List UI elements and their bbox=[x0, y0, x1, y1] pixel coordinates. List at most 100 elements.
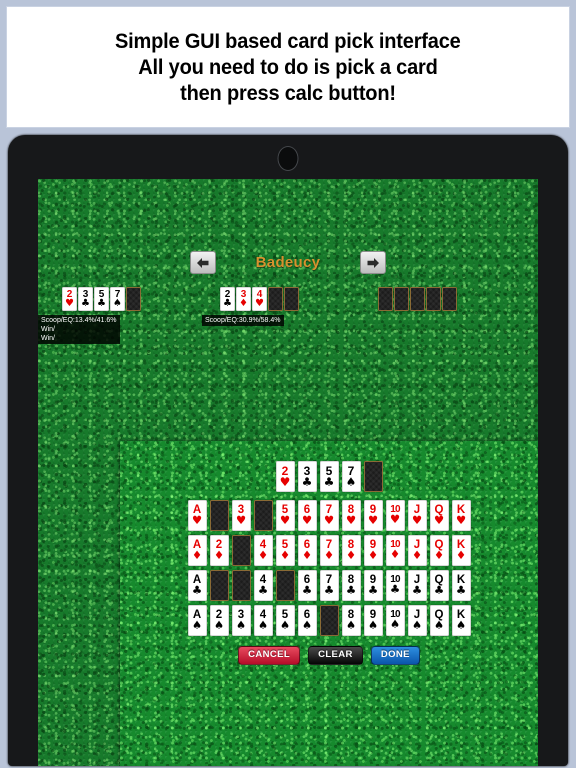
card-suit-icon: ♠ bbox=[411, 618, 423, 632]
card-3-of-diamonds[interactable] bbox=[231, 535, 251, 566]
card-2-of-spades[interactable]: 2 ♠ bbox=[209, 605, 229, 636]
card-suit-icon: ♥ bbox=[255, 297, 264, 309]
card-j-of-spades[interactable]: J ♠ bbox=[407, 605, 427, 636]
player-hand-1[interactable]: 2 ♥ 3 ♣ 5 ♣ 7 ♠ bbox=[62, 287, 141, 311]
card-2-of-diamonds[interactable]: 2 ♦ bbox=[209, 535, 229, 566]
card-6-of-hearts[interactable]: 6 ♥ bbox=[297, 500, 317, 531]
card-k-of-hearts[interactable]: K ♥ bbox=[451, 500, 471, 531]
hand-3-card-3[interactable] bbox=[410, 287, 425, 311]
card-6-of-clubs[interactable]: 6 ♣ bbox=[297, 570, 317, 601]
card-a-of-clubs[interactable]: A ♣ bbox=[187, 570, 207, 601]
hand-3-card-2[interactable] bbox=[394, 287, 409, 311]
card-7-of-diamonds[interactable]: 7 ♦ bbox=[319, 535, 339, 566]
card-3-of-hearts[interactable]: 3 ♥ bbox=[231, 500, 251, 531]
selected-card-5[interactable] bbox=[363, 461, 383, 492]
card-suit-icon: ♠ bbox=[257, 618, 269, 632]
hand-3-card-4[interactable] bbox=[426, 287, 441, 311]
card-k-of-spades[interactable]: K ♠ bbox=[451, 605, 471, 636]
card-8-of-diamonds[interactable]: 8 ♦ bbox=[341, 535, 361, 566]
front-camera-icon bbox=[277, 146, 299, 171]
hand-1-card-2[interactable]: 3 ♣ bbox=[78, 287, 93, 311]
card-10-of-hearts[interactable]: 10 ♥ bbox=[385, 500, 405, 531]
hand-1-card-5[interactable] bbox=[126, 287, 141, 311]
card-5-of-clubs[interactable] bbox=[275, 570, 295, 601]
next-game-button[interactable] bbox=[360, 251, 387, 274]
card-suit-icon: ♥ bbox=[235, 513, 247, 527]
selected-hand-preview: 2 ♥ 3 ♣ 5 ♣ 7 ♠ bbox=[275, 461, 383, 492]
card-5-of-spades[interactable]: 5 ♠ bbox=[275, 605, 295, 636]
card-9-of-hearts[interactable]: 9 ♥ bbox=[363, 500, 383, 531]
card-suit-icon: ♣ bbox=[301, 475, 313, 489]
card-2-of-clubs[interactable] bbox=[209, 570, 229, 601]
prev-game-button[interactable] bbox=[189, 251, 216, 274]
card-10-of-diamonds[interactable]: 10 ♦ bbox=[385, 535, 405, 566]
card-q-of-diamonds[interactable]: Q ♦ bbox=[429, 535, 449, 566]
cancel-button[interactable]: CANCEL bbox=[238, 646, 301, 665]
card-8-of-clubs[interactable]: 8 ♣ bbox=[341, 570, 361, 601]
card-j-of-diamonds[interactable]: J ♦ bbox=[407, 535, 427, 566]
card-suit-icon: ♥ bbox=[411, 513, 423, 527]
card-picker-dialog: 2 ♥ 3 ♣ 5 ♣ 7 ♠ A ♥ 3 ♥ 5 ♥ 6 ♥ 7 ♥ 8 ♥ 9 ♥ 10 ♥ J ♥ Q ♥ K ♥ A ♦ 2 ♦ 4 ♦ 5 ♦… bbox=[120, 441, 538, 766]
card-8-of-hearts[interactable]: 8 ♥ bbox=[341, 500, 361, 531]
card-q-of-clubs[interactable]: Q ♣ bbox=[429, 570, 449, 601]
hand-2-card-2[interactable]: 3 ♦ bbox=[236, 287, 251, 311]
done-button[interactable]: DONE bbox=[370, 646, 420, 665]
card-8-of-spades[interactable]: 8 ♠ bbox=[341, 605, 361, 636]
card-4-of-spades[interactable]: 4 ♠ bbox=[253, 605, 273, 636]
card-6-of-diamonds[interactable]: 6 ♦ bbox=[297, 535, 317, 566]
card-3-of-spades[interactable]: 3 ♠ bbox=[231, 605, 251, 636]
card-4-of-diamonds[interactable]: 4 ♦ bbox=[253, 535, 273, 566]
card-suit-icon: ♠ bbox=[367, 618, 379, 632]
card-j-of-hearts[interactable]: J ♥ bbox=[407, 500, 427, 531]
card-q-of-spades[interactable]: Q ♠ bbox=[429, 605, 449, 636]
card-3-of-clubs[interactable] bbox=[231, 570, 251, 601]
card-7-of-spades[interactable] bbox=[319, 605, 339, 636]
arrow-right-icon bbox=[366, 257, 380, 269]
player-hand-2[interactable]: 2 ♣ 3 ♦ 4 ♥ bbox=[220, 287, 299, 311]
card-7-of-hearts[interactable]: 7 ♥ bbox=[319, 500, 339, 531]
card-a-of-spades[interactable]: A ♠ bbox=[187, 605, 207, 636]
card-4-of-clubs[interactable]: 4 ♣ bbox=[253, 570, 273, 601]
game-title: Badeucy bbox=[255, 254, 321, 271]
card-k-of-diamonds[interactable]: K ♦ bbox=[451, 535, 471, 566]
hand-3-card-1[interactable] bbox=[378, 287, 393, 311]
card-5-of-hearts[interactable]: 5 ♥ bbox=[275, 500, 295, 531]
card-suit-icon: ♦ bbox=[345, 548, 357, 562]
card-k-of-clubs[interactable]: K ♣ bbox=[451, 570, 471, 601]
card-suit-icon: ♦ bbox=[455, 548, 467, 562]
selected-card-1[interactable]: 2 ♥ bbox=[275, 461, 295, 492]
card-suit-icon: ♦ bbox=[367, 548, 379, 562]
picker-button-row: CANCEL CLEAR DONE bbox=[238, 646, 420, 665]
hand-1-card-1[interactable]: 2 ♥ bbox=[62, 287, 77, 311]
card-6-of-spades[interactable]: 6 ♠ bbox=[297, 605, 317, 636]
hand-1-card-4[interactable]: 7 ♠ bbox=[110, 287, 125, 311]
card-5-of-diamonds[interactable]: 5 ♦ bbox=[275, 535, 295, 566]
card-a-of-hearts[interactable]: A ♥ bbox=[187, 500, 207, 531]
clear-button[interactable]: CLEAR bbox=[308, 646, 363, 665]
card-q-of-hearts[interactable]: Q ♥ bbox=[429, 500, 449, 531]
card-10-of-clubs[interactable]: 10 ♣ bbox=[385, 570, 405, 601]
hand-2-card-5[interactable] bbox=[284, 287, 299, 311]
card-a-of-diamonds[interactable]: A ♦ bbox=[187, 535, 207, 566]
card-7-of-clubs[interactable]: 7 ♣ bbox=[319, 570, 339, 601]
card-9-of-clubs[interactable]: 9 ♣ bbox=[363, 570, 383, 601]
card-4-of-hearts[interactable] bbox=[253, 500, 273, 531]
player-hand-3[interactable] bbox=[378, 287, 457, 311]
card-9-of-spades[interactable]: 9 ♠ bbox=[363, 605, 383, 636]
selected-card-2[interactable]: 3 ♣ bbox=[297, 461, 317, 492]
hand-2-card-4[interactable] bbox=[268, 287, 283, 311]
card-10-of-spades[interactable]: 10 ♠ bbox=[385, 605, 405, 636]
hand-2-card-3[interactable]: 4 ♥ bbox=[252, 287, 267, 311]
selected-card-4[interactable]: 7 ♠ bbox=[341, 461, 361, 492]
selected-card-3[interactable]: 5 ♣ bbox=[319, 461, 339, 492]
hand-1-card-3[interactable]: 5 ♣ bbox=[94, 287, 109, 311]
card-suit-icon: ♣ bbox=[345, 583, 357, 597]
card-j-of-clubs[interactable]: J ♣ bbox=[407, 570, 427, 601]
card-2-of-hearts[interactable] bbox=[209, 500, 229, 531]
stats-line-1: Scoop/EQ:13.4%/41.6% bbox=[41, 317, 117, 324]
hand-3-card-5[interactable] bbox=[442, 287, 457, 311]
card-suit-icon: ♥ bbox=[455, 513, 467, 527]
hand-2-card-1[interactable]: 2 ♣ bbox=[220, 287, 235, 311]
card-9-of-diamonds[interactable]: 9 ♦ bbox=[363, 535, 383, 566]
card-suit-icon: ♦ bbox=[433, 548, 445, 562]
